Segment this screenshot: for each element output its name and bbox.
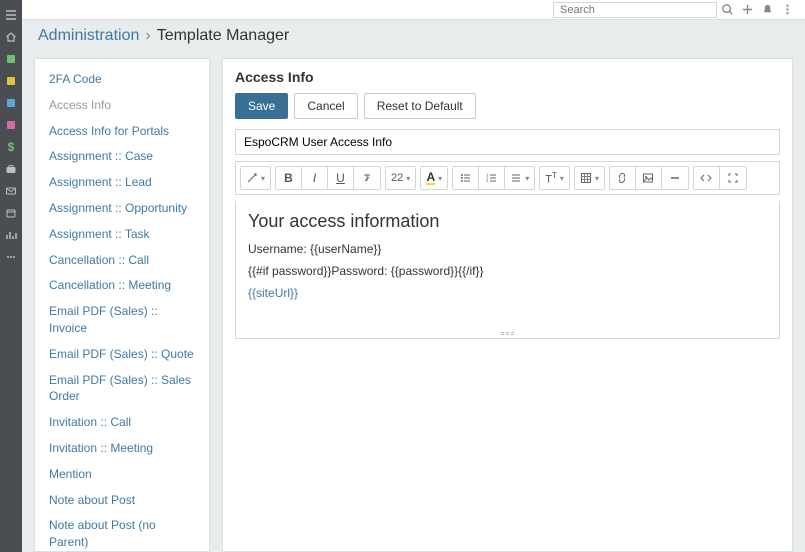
search-input[interactable]: [553, 2, 717, 18]
template-list-item[interactable]: Note about Post: [35, 488, 209, 514]
template-list-item[interactable]: Email PDF (Sales) :: Invoice: [35, 299, 209, 342]
font-size-value: 22: [391, 172, 403, 184]
breadcrumb: Administration › Template Manager: [22, 20, 805, 52]
cancel-button[interactable]: Cancel: [294, 93, 357, 119]
toolbar-font-color-dropdown[interactable]: A▾: [421, 167, 447, 189]
toolbar-font-size-dropdown[interactable]: 22▾: [386, 167, 415, 189]
editor-line-password: {{#if password}}Password: {{password}}{{…: [248, 264, 767, 278]
hamburger-icon[interactable]: [0, 4, 22, 26]
editor-toolbar: ▾ B I U 22▾ A▾ 123 ▾: [236, 162, 779, 194]
editor-line-siteurl: {{siteUrl}}: [248, 286, 767, 300]
reset-to-default-button[interactable]: Reset to Default: [364, 93, 476, 119]
template-list-item[interactable]: Assignment :: Task: [35, 222, 209, 248]
toolbar-code-view-button[interactable]: [694, 167, 720, 189]
nav-calendar-icon[interactable]: [0, 202, 22, 224]
template-list-item[interactable]: 2FA Code: [35, 67, 209, 93]
toolbar-style-dropdown[interactable]: ▾: [241, 167, 270, 189]
toolbar-paragraph-dropdown[interactable]: ▾: [505, 167, 534, 189]
nav-more-icon[interactable]: [0, 246, 22, 268]
template-list-item[interactable]: Note about Post (no Parent): [35, 513, 209, 552]
toolbar-image-button[interactable]: [636, 167, 662, 189]
home-icon[interactable]: [0, 26, 22, 48]
template-list-item[interactable]: Assignment :: Case: [35, 144, 209, 170]
svg-text:3: 3: [486, 178, 489, 183]
editor-line-username: Username: {{userName}}: [248, 242, 767, 256]
breadcrumb-separator: ›: [145, 27, 150, 45]
nav-opportunities-icon[interactable]: [0, 114, 22, 136]
template-list-item[interactable]: Assignment :: Opportunity: [35, 196, 209, 222]
breadcrumb-current: Template Manager: [157, 27, 290, 45]
template-list-item[interactable]: Email PDF (Sales) :: Quote: [35, 342, 209, 368]
template-editor: Access Info Save Cancel Reset to Default…: [222, 58, 793, 552]
toolbar-underline-button[interactable]: U: [328, 167, 354, 189]
nav-mail-icon[interactable]: [0, 180, 22, 202]
template-list-item[interactable]: Cancellation :: Meeting: [35, 273, 209, 299]
toolbar-unordered-list-button[interactable]: [453, 167, 479, 189]
template-list-item[interactable]: Assignment :: Lead: [35, 170, 209, 196]
top-bar: [22, 0, 805, 20]
toolbar-ordered-list-button[interactable]: 123: [479, 167, 505, 189]
template-list-item[interactable]: Access Info for Portals: [35, 119, 209, 145]
content-title: Access Info: [223, 59, 792, 93]
left-nav: $: [0, 0, 22, 552]
toolbar-hr-button[interactable]: [662, 167, 688, 189]
nav-accounts-icon[interactable]: [0, 48, 22, 70]
editor-content[interactable]: Your access information Username: {{user…: [235, 201, 780, 339]
editor-heading: Your access information: [248, 211, 767, 232]
save-button[interactable]: Save: [235, 93, 288, 119]
template-list: 2FA CodeAccess InfoAccess Info for Porta…: [34, 58, 210, 552]
template-list-item[interactable]: Invitation :: Call: [35, 410, 209, 436]
menu-dots-icon[interactable]: [777, 0, 797, 20]
toolbar-italic-button[interactable]: I: [302, 167, 328, 189]
toolbar-fullscreen-button[interactable]: [720, 167, 746, 189]
breadcrumb-admin-link[interactable]: Administration: [38, 27, 139, 45]
plus-icon[interactable]: [737, 0, 757, 20]
nav-briefcase-icon[interactable]: [0, 158, 22, 180]
search-icon[interactable]: [717, 0, 737, 20]
nav-contacts-icon[interactable]: [0, 70, 22, 92]
toolbar-clear-format-button[interactable]: [354, 167, 380, 189]
toolbar-text-format-dropdown[interactable]: TT▾: [540, 167, 569, 189]
template-name-input[interactable]: [236, 130, 779, 154]
toolbar-link-button[interactable]: [610, 167, 636, 189]
template-list-item[interactable]: Email PDF (Sales) :: Sales Order: [35, 368, 209, 411]
template-list-item[interactable]: Invitation :: Meeting: [35, 436, 209, 462]
template-list-item[interactable]: Mention: [35, 462, 209, 488]
nav-chart-icon[interactable]: [0, 224, 22, 246]
template-list-item: Access Info: [35, 93, 209, 119]
nav-leads-icon[interactable]: [0, 92, 22, 114]
editor-resize-handle[interactable]: [496, 332, 520, 336]
toolbar-bold-button[interactable]: B: [276, 167, 302, 189]
toolbar-table-dropdown[interactable]: ▾: [575, 167, 604, 189]
template-list-item[interactable]: Cancellation :: Call: [35, 248, 209, 274]
bell-icon[interactable]: [757, 0, 777, 20]
nav-dollar-icon[interactable]: $: [0, 136, 22, 158]
